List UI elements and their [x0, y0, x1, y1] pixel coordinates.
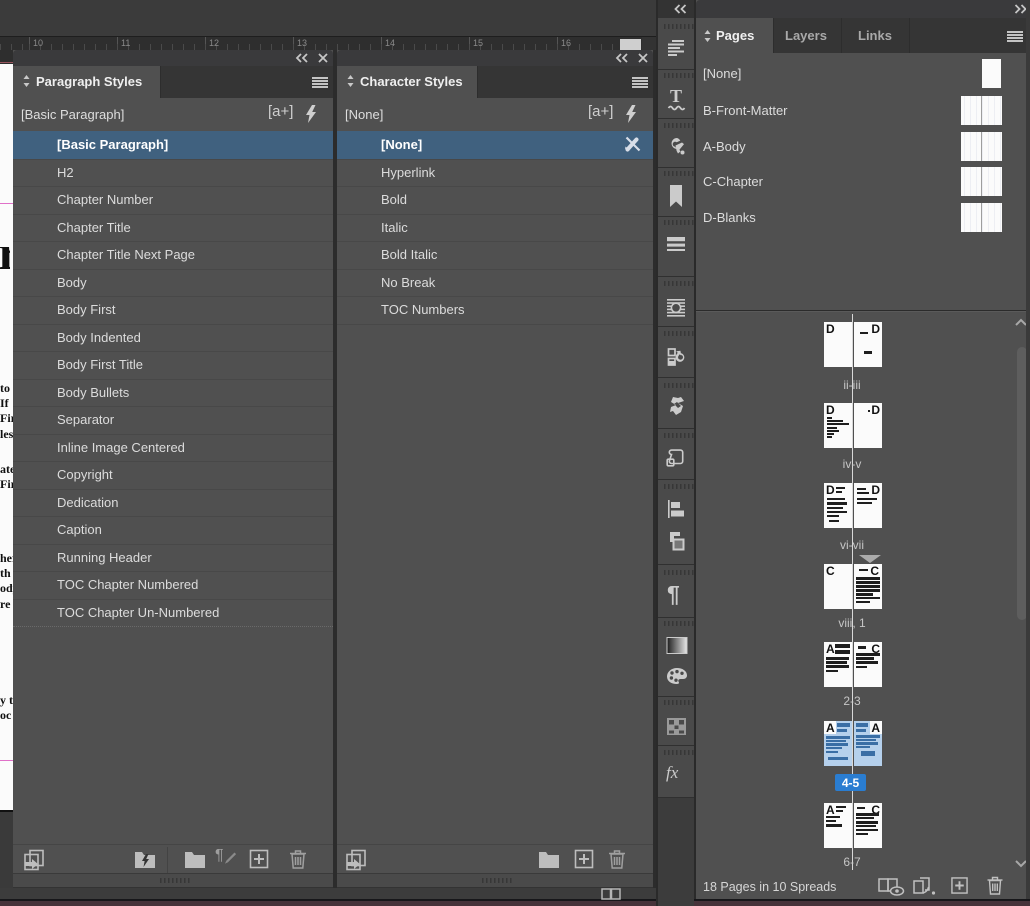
- svg-text:T: T: [670, 86, 682, 106]
